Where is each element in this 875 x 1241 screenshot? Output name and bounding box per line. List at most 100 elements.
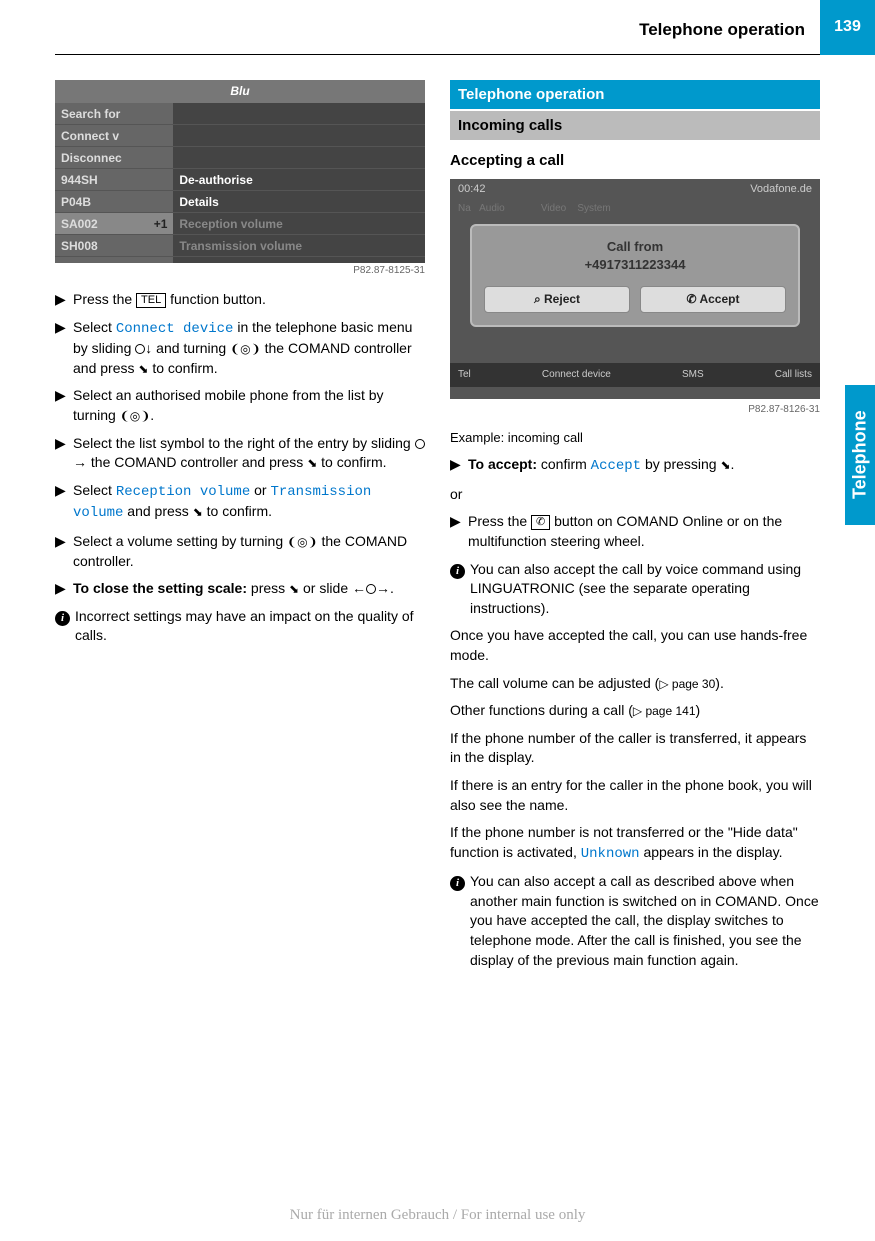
info-text: You can also accept the call by voice co… (470, 560, 820, 619)
step-marker-icon: ▶ (55, 386, 73, 425)
list-item: SH008 (55, 235, 173, 257)
instruction-step: ▶ To accept: confirm Accept by pressing … (450, 455, 820, 477)
side-tab-telephone: Telephone (845, 385, 875, 525)
screenshot-incoming-call: 00:42 Vodafone.de Na Audio Video System … (450, 179, 820, 399)
list-item: Transmission volume (173, 235, 425, 257)
page-ref: ▷ page 141 (633, 704, 696, 718)
list-item: 944SH (55, 169, 173, 191)
call-from-label: Call from (484, 238, 786, 256)
bottom-tab: Tel (454, 366, 475, 384)
status-time: 00:42 (458, 182, 486, 197)
page-header: Telephone operation 139 (0, 0, 875, 55)
step-marker-icon: ▶ (55, 579, 73, 599)
page-ref: ▷ page 30 (659, 677, 715, 691)
controller-press-icon: ⬊ (193, 504, 203, 521)
ui-label: Unknown (581, 846, 640, 862)
body-text: The call volume can be adjusted (▷ page … (450, 674, 820, 694)
step-text: To accept: confirm Accept by pressing ⬊. (468, 455, 820, 477)
step-text: Select an authorised mobile phone from t… (73, 386, 425, 425)
list-left: Search for Connect v Disconnec 944SH P04… (55, 103, 173, 263)
tel-button-label: TEL (136, 293, 166, 308)
bottom-tab: Call lists (771, 366, 816, 384)
screenshot-device-menu: Blu Search for Connect v Disconnec 944SH… (55, 80, 425, 260)
ui-label: Accept (591, 458, 641, 474)
incoming-call-dialog: Call from +4917311223344 ⌕ Reject ✆ Acce… (470, 224, 800, 327)
list-item: P04B (55, 191, 173, 213)
screenshot-caption: P82.87-8125-31 (55, 264, 425, 278)
step-text: Select Reception volume or Transmission … (73, 481, 425, 524)
controller-press-icon: ⬊ (307, 455, 317, 472)
step-text: Press the TEL function button. (73, 290, 425, 310)
instruction-step: ▶ Press the ✆ button on COMAND Online or… (450, 512, 820, 551)
subsection-title: Incoming calls (450, 111, 820, 140)
reject-button[interactable]: ⌕ Reject (484, 286, 630, 313)
page-number: 139 (820, 0, 875, 55)
step-marker-icon: ▶ (450, 455, 468, 477)
step-marker-icon: ▶ (55, 434, 73, 473)
accept-call-icon: ✆ (531, 515, 550, 530)
left-column: Blu Search for Connect v Disconnec 944SH… (55, 80, 425, 978)
list-item: De-authorise (173, 169, 425, 191)
section-title: Telephone operation (450, 80, 820, 109)
step-marker-icon: ▶ (55, 481, 73, 524)
instruction-step: ▶ Select the list symbol to the right of… (55, 434, 425, 473)
header-title: Telephone operation (639, 18, 805, 42)
accept-button[interactable]: ✆ Accept (640, 286, 786, 313)
screenshot-caption: P82.87-8126-31 (450, 403, 820, 417)
step-text: Select a volume setting by turning ❨◎❩ t… (73, 532, 425, 571)
info-icon: i (450, 560, 470, 619)
instruction-step: ▶ Select Reception volume or Transmissio… (55, 481, 425, 524)
body-text: Other functions during a call (▷ page 14… (450, 701, 820, 721)
example-caption: Example: incoming call (450, 429, 820, 447)
controller-press-icon: ⬊ (289, 581, 299, 598)
body-text: Once you have accepted the call, you can… (450, 626, 820, 665)
ui-label: Reception volume (116, 484, 250, 500)
instruction-step: ▶ To close the setting scale: press ⬊ or… (55, 579, 425, 599)
step-marker-icon: ▶ (55, 532, 73, 571)
header-rule (55, 54, 820, 55)
step-marker-icon: ▶ (55, 290, 73, 310)
step-text: To close the setting scale: press ⬊ or s… (73, 579, 425, 599)
right-column: Telephone operation Incoming calls Accep… (450, 80, 820, 978)
controller-turn-icon: ❨◎❩ (120, 408, 151, 425)
list-item (173, 147, 425, 169)
controller-press-icon: ⬊ (138, 361, 148, 378)
list-item: Connect v (55, 125, 173, 147)
status-carrier: Vodafone.de (750, 182, 812, 197)
call-buttons: ⌕ Reject ✆ Accept (484, 286, 786, 313)
screen-title: Blu (55, 80, 425, 103)
controller-slide-icon (135, 344, 145, 354)
info-icon: i (55, 607, 75, 646)
controller-turn-icon: ❨◎❩ (230, 341, 261, 358)
controller-press-icon: ⬊ (720, 457, 730, 474)
info-note: i You can also accept the call by voice … (450, 560, 820, 619)
list-right: De-authorise Details Reception volume Tr… (173, 103, 425, 263)
body-text: If there is an entry for the caller in t… (450, 776, 820, 815)
info-text: You can also accept a call as described … (470, 872, 820, 970)
menu-row: Na Audio Video System (450, 200, 820, 218)
bottom-bar: Tel Connect device SMS Call lists (450, 363, 820, 387)
instruction-step: ▶ Select a volume setting by turning ❨◎❩… (55, 532, 425, 571)
info-icon: i (450, 872, 470, 970)
bottom-tab: Connect device (538, 366, 615, 384)
step-text: Select the list symbol to the right of t… (73, 434, 425, 473)
list-item: Details (173, 191, 425, 213)
list-item (173, 125, 425, 147)
heading: Accepting a call (450, 150, 820, 171)
body-text: If the phone number of the caller is tra… (450, 729, 820, 768)
list-item-active: SA002 +1 (55, 213, 173, 235)
content: Blu Search for Connect v Disconnec 944SH… (0, 55, 875, 978)
footer-watermark: Nur für internen Gebrauch / For internal… (0, 1205, 875, 1226)
instruction-step: ▶ Press the TEL function button. (55, 290, 425, 310)
step-text: Select Connect device in the telephone b… (73, 318, 425, 379)
body-text: If the phone number is not transferred o… (450, 823, 820, 864)
controller-slide-icon (366, 584, 376, 594)
info-note: i You can also accept a call as describe… (450, 872, 820, 970)
instruction-step: ▶ Select an authorised mobile phone from… (55, 386, 425, 425)
ui-label: Connect device (116, 321, 234, 337)
caller-number: +4917311223344 (484, 256, 786, 274)
info-note: i Incorrect settings may have an impact … (55, 607, 425, 646)
or-separator: or (450, 485, 820, 505)
controller-turn-icon: ❨◎❩ (287, 534, 318, 551)
controller-slide-icon (415, 439, 425, 449)
